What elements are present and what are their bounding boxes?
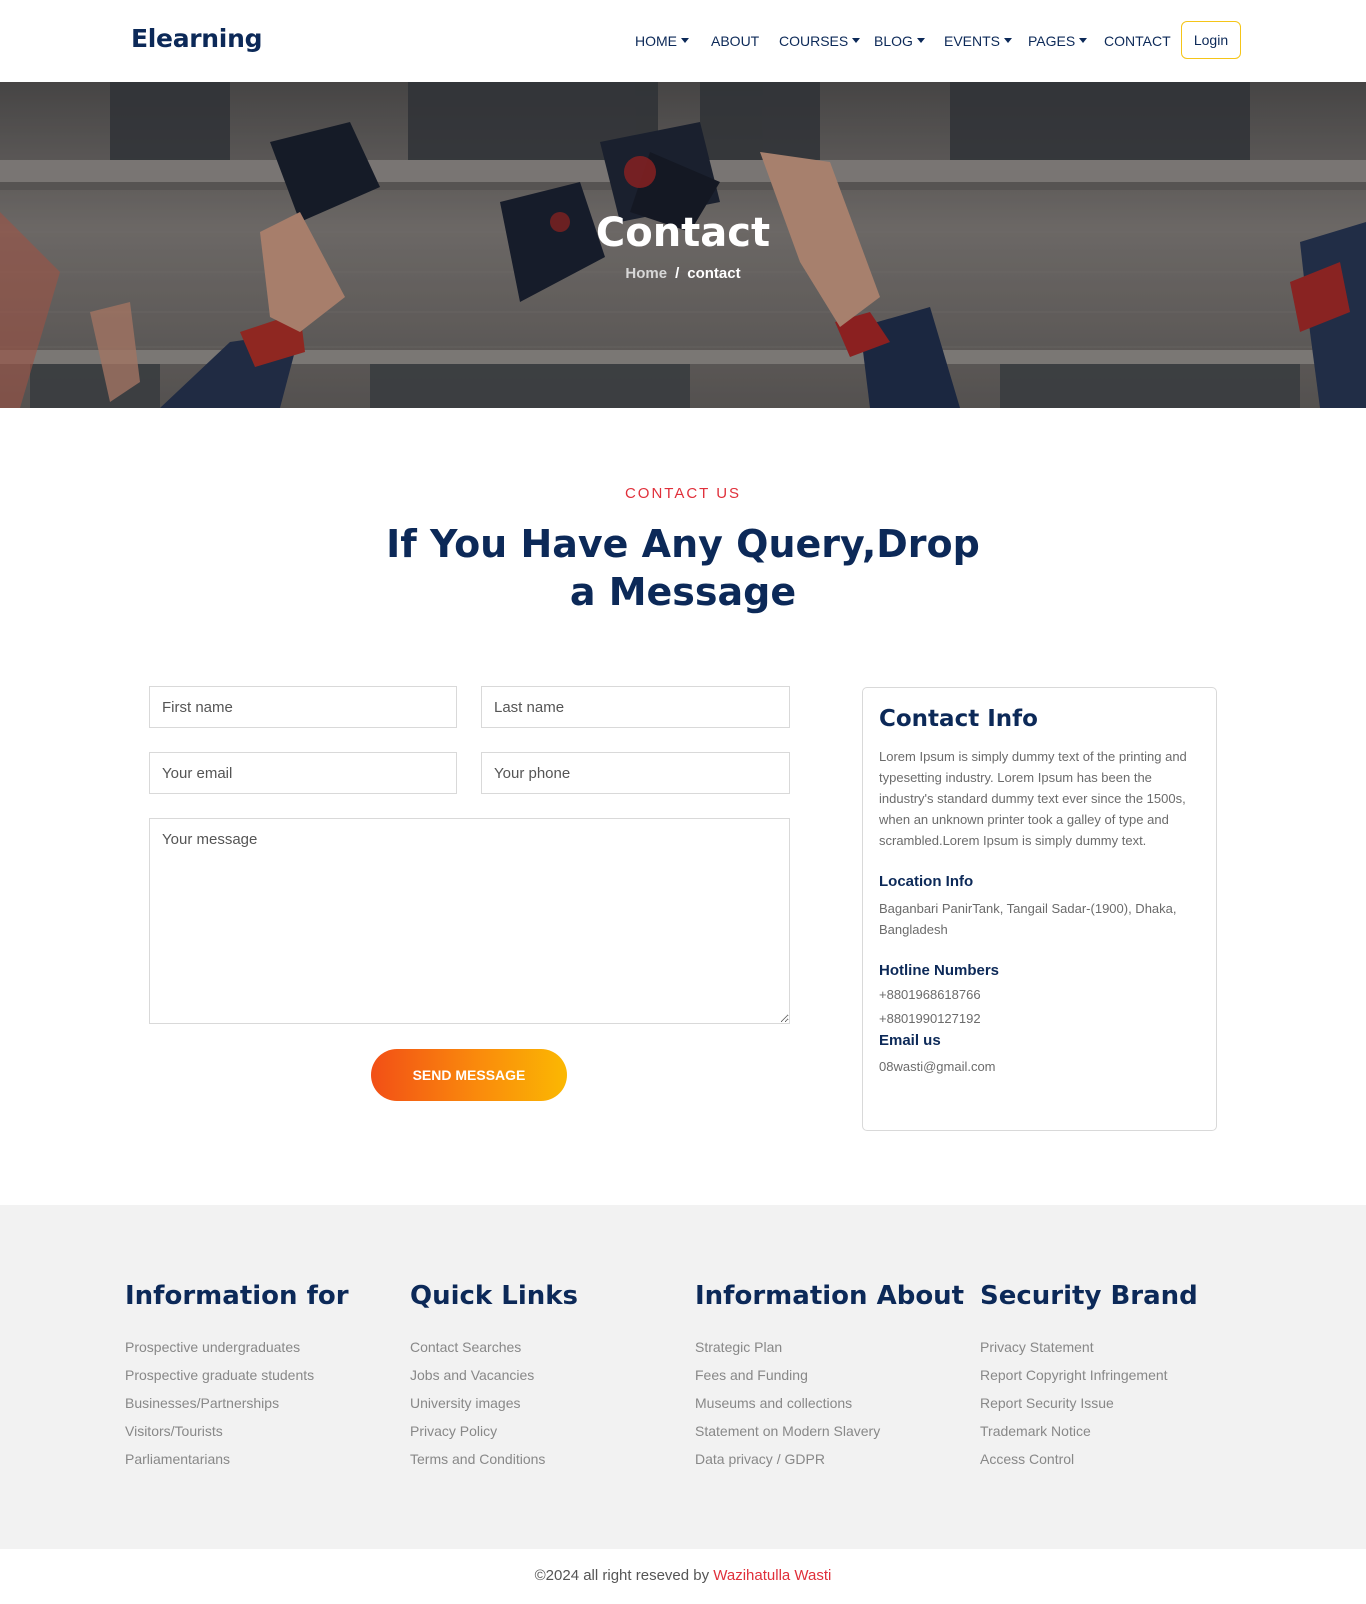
copyright-author-link[interactable]: Wazihatulla Wasti: [713, 1567, 831, 1584]
login-button[interactable]: Login: [1181, 21, 1241, 59]
footer-link[interactable]: Statement on Modern Slavery: [695, 1421, 964, 1449]
footer-link[interactable]: Jobs and Vacancies: [410, 1365, 578, 1393]
brand-logo[interactable]: Elearning: [131, 24, 262, 53]
footer-link[interactable]: Museums and collections: [695, 1393, 964, 1421]
send-message-button[interactable]: SEND MESSAGE: [371, 1049, 567, 1101]
footer-link[interactable]: Report Copyright Infringement: [980, 1365, 1198, 1393]
section-eyebrow: CONTACT US: [624, 485, 742, 502]
footer-link[interactable]: Access Control: [980, 1449, 1198, 1477]
nav-courses[interactable]: COURSES: [779, 33, 861, 49]
breadcrumb: Home / contact: [0, 265, 1366, 282]
footer-link[interactable]: Privacy Policy: [410, 1421, 578, 1449]
contact-info-title: Contact Info: [879, 706, 1038, 732]
caret-down-icon: [852, 37, 861, 43]
first-name-field[interactable]: [149, 686, 457, 728]
footer-link[interactable]: Visitors/Tourists: [125, 1421, 349, 1449]
nav-blog-label: BLOG: [874, 33, 913, 49]
breadcrumb-current: contact: [687, 265, 741, 282]
hotline-title: Hotline Numbers: [879, 962, 1000, 979]
phone-field[interactable]: [481, 752, 790, 794]
contact-info-description: Lorem Ipsum is simply dummy text of the …: [879, 749, 1187, 848]
headline-line-1: If You Have Any Query,Drop: [386, 522, 980, 566]
nav-events-label: EVENTS: [944, 33, 1001, 49]
footer-link[interactable]: Terms and Conditions: [410, 1449, 578, 1477]
caret-down-icon: [1004, 37, 1013, 43]
footer-link[interactable]: Data privacy / GDPR: [695, 1449, 964, 1477]
hero-banner: Contact Home / contact: [0, 82, 1366, 408]
breadcrumb-separator: /: [675, 265, 680, 282]
footer-link[interactable]: Businesses/Partnerships: [125, 1393, 349, 1421]
contact-email[interactable]: 08wasti@gmail.com: [879, 1059, 1200, 1074]
nav-home-label: HOME: [635, 33, 677, 49]
footer-link[interactable]: Strategic Plan: [695, 1337, 964, 1365]
footer-column-title: Information About: [695, 1281, 965, 1311]
caret-down-icon: [681, 37, 689, 43]
footer-link[interactable]: Privacy Statement: [980, 1337, 1198, 1365]
location-address: Baganbari PanirTank, Tangail Sadar-(1900…: [879, 901, 1177, 937]
section-headline: If You Have Any Query,Drop a Message: [383, 520, 983, 616]
nav-pages-label: PAGES: [1028, 33, 1076, 49]
footer-column-information-about: Information About Strategic Plan Fees an…: [695, 1281, 964, 1477]
footer-column-quick-links: Quick Links Contact Searches Jobs and Va…: [410, 1281, 578, 1477]
footer-link[interactable]: Prospective graduate students: [125, 1365, 349, 1393]
nav-about[interactable]: ABOUT: [711, 33, 759, 49]
breadcrumb-home-link[interactable]: Home: [625, 265, 667, 282]
nav-contact[interactable]: CONTACT: [1104, 33, 1171, 49]
nav-pages[interactable]: PAGES: [1028, 33, 1088, 49]
footer-link[interactable]: Fees and Funding: [695, 1365, 964, 1393]
headline-line-2: a Message: [569, 570, 797, 614]
footer-link[interactable]: Contact Searches: [410, 1337, 578, 1365]
email-field[interactable]: [149, 752, 457, 794]
caret-down-icon: [1079, 37, 1088, 43]
last-name-field[interactable]: [481, 686, 790, 728]
footer-link[interactable]: Parliamentarians: [125, 1449, 349, 1477]
footer-column-title: Information for: [125, 1281, 349, 1311]
footer-link[interactable]: Report Security Issue: [980, 1393, 1198, 1421]
nav-events[interactable]: EVENTS: [944, 33, 1013, 49]
nav-blog[interactable]: BLOG: [874, 33, 925, 49]
footer: Information for Prospective undergraduat…: [0, 1205, 1366, 1549]
location-title: Location Info: [879, 873, 974, 890]
hotline-number-1[interactable]: +8801968618766: [879, 987, 1200, 1002]
footer-column-title: Quick Links: [410, 1281, 579, 1311]
nav-about-label: ABOUT: [711, 33, 760, 49]
footer-link[interactable]: Prospective undergraduates: [125, 1337, 349, 1365]
copyright: ©2024 all right reseved by Wazihatulla W…: [0, 1567, 1366, 1584]
nav-contact-label: CONTACT: [1104, 33, 1171, 49]
footer-link[interactable]: Trademark Notice: [980, 1421, 1198, 1449]
navbar: Elearning HOME ABOUT COURSES BLOG EVENTS…: [0, 0, 1366, 82]
footer-column-information-for: Information for Prospective undergraduat…: [125, 1281, 349, 1477]
copyright-text: ©2024 all right reseved by: [534, 1567, 714, 1584]
footer-column-security-brand: Security Brand Privacy Statement Report …: [980, 1281, 1198, 1477]
email-title: Email us: [879, 1032, 941, 1049]
nav-home[interactable]: HOME: [635, 33, 689, 49]
caret-down-icon: [916, 37, 925, 43]
nav-courses-label: COURSES: [779, 33, 849, 49]
message-field[interactable]: [149, 818, 790, 1024]
contact-info-card: Contact Info Lorem Ipsum is simply dummy…: [862, 687, 1217, 1131]
hotline-number-2[interactable]: +8801990127192: [879, 1011, 1200, 1026]
page-title: Contact: [595, 210, 771, 256]
footer-column-title: Security Brand: [980, 1281, 1198, 1311]
footer-link[interactable]: University images: [410, 1393, 578, 1421]
